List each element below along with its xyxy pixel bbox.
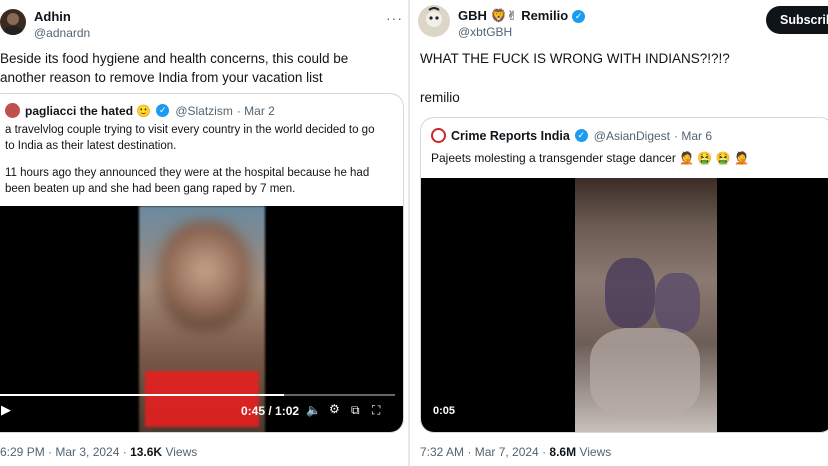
quote-text: Pajeets molesting a transgender stage da… [431,151,749,165]
views-label: Views [579,445,612,459]
tweet-text-1: WHAT THE FUCK IS WRONG WITH INDIANS?!?!? [420,51,730,66]
left-tweet: Adhin @adnardn ··· Beside its food hygie… [0,0,408,466]
quote-avatar [431,128,446,143]
tweet-meta: 7:32 AM · Mar 7, 2024 · 8.6M Views [420,445,611,459]
crowd-figure [655,273,700,333]
quote-author-handle: @Slatzism [175,103,233,118]
settings-icon[interactable]: ⚙ [329,402,340,416]
play-icon[interactable]: ▶ [1,402,11,418]
video-time: 0:05 [433,405,456,417]
right-tweet: GBH 🦁✌ Remilio ✓ @xbtGBH Subscribe WHAT … [410,0,828,466]
quote-header: pagliacci the hated 🙂 ✓ @Slatzism · Mar … [5,103,275,118]
video-player[interactable]: 0:05 [421,178,828,432]
video-frame [575,178,717,432]
author-handle[interactable]: @adnardn [34,26,90,40]
video-player[interactable]: ▶ 0:45 / 1:02 🔈 ⚙ ⧉ ⛶ [0,206,403,432]
blurred-face [159,221,251,331]
author-avatar[interactable] [418,5,450,37]
views-label: Views [165,445,198,459]
more-icon[interactable]: ··· [386,10,403,26]
video-progress-fill [0,394,285,396]
author-name[interactable]: GBH 🦁✌ Remilio ✓ [458,8,587,24]
fullscreen-icon[interactable]: ⛶ [372,403,380,418]
quote-header: Crime Reports India ✓ @AsianDigest · Mar… [431,128,712,143]
quoted-tweet[interactable]: pagliacci the hated 🙂 ✓ @Slatzism · Mar … [0,93,404,433]
quote-author-handle: @AsianDigest [593,128,670,143]
volume-icon[interactable]: 🔈 [306,403,321,417]
quote-date: · Mar 6 [674,128,713,143]
tweet-text-2: remilio [420,90,460,105]
tweet-meta: 6:29 PM · Mar 3, 2024 · 13.6K Views [0,445,197,459]
text-overlay [145,371,259,427]
tweet-timestamp[interactable]: 6:29 PM · Mar 3, 2024 · [0,445,127,459]
quote-text-1: a travelvlog couple trying to visit ever… [5,124,375,152]
video-frame [139,206,265,432]
quote-text-2: 11 hours ago they announced they were at… [5,167,370,195]
quote-date: · Mar 2 [236,103,275,118]
views-count: 8.6M [549,445,577,459]
quote-avatar [5,103,20,118]
pip-icon[interactable]: ⧉ [351,403,360,418]
subscribe-button[interactable]: Subscribe [766,6,828,34]
views-count: 13.6K [130,445,163,459]
verified-icon: ✓ [156,104,170,117]
author-avatar[interactable] [0,9,26,35]
quote-author-name: Crime Reports India [451,128,570,143]
video-time: 0:45 / 1:02 [241,404,300,418]
quoted-tweet[interactable]: Crime Reports India ✓ @AsianDigest · Mar… [420,117,828,433]
author-handle[interactable]: @xbtGBH [458,25,512,39]
tweet-text: Beside its food hygiene and health conce… [0,51,349,85]
video-progress-track[interactable] [0,394,395,396]
verified-icon: ✓ [574,129,588,142]
tweet-timestamp[interactable]: 7:32 AM · Mar 7, 2024 · [420,445,546,459]
quote-author-name: pagliacci the hated 🙂 [25,103,152,118]
crowd-figure [590,328,700,418]
crowd-figure [605,258,655,328]
author-name[interactable]: Adhin [34,9,71,24]
verified-icon: ✓ [572,9,586,23]
